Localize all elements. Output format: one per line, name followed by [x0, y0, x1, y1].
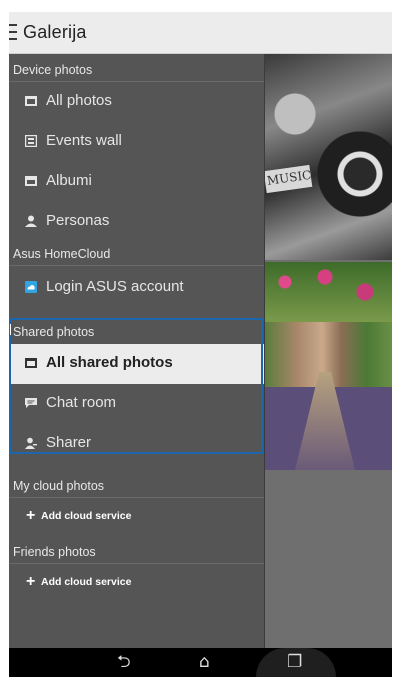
add-cloud-service-label: Add cloud service: [41, 576, 132, 588]
album-icon: [25, 176, 37, 186]
drawer-item-all-photos[interactable]: All photos: [9, 82, 265, 122]
drawer-item-all-shared-photos[interactable]: All shared photos: [9, 344, 265, 384]
menu-icon[interactable]: [9, 24, 17, 42]
drawer-item-events-wall[interactable]: Events wall: [9, 122, 265, 162]
drawer-item-sharer[interactable]: Sharer: [9, 424, 265, 464]
device-screen: Galerija MUSIC Device photos All photos …: [9, 12, 392, 677]
drawer-item-label: Chat room: [46, 394, 117, 411]
add-cloud-service-button[interactable]: + Add cloud service: [9, 504, 265, 534]
section-header-asus-homecloud: Asus HomeCloud: [9, 242, 265, 266]
drawer-item-label: All photos: [46, 92, 112, 109]
music-sign: MUSIC: [263, 164, 313, 194]
plus-icon: +: [26, 507, 36, 524]
asus-cloud-icon: [25, 281, 37, 293]
photo-thumbnail-street[interactable]: [265, 262, 392, 470]
drawer-item-login-asus-account[interactable]: Login ASUS account: [9, 268, 265, 308]
photo-grid: MUSIC: [263, 54, 392, 648]
drawer-item-label: Sharer: [46, 434, 92, 451]
home-icon[interactable]: ⌂: [199, 653, 210, 671]
chat-icon: [25, 398, 37, 408]
music-sign-text: MUSIC: [266, 167, 313, 188]
navigation-drawer: Device photos All photos Events wall Alb…: [9, 54, 265, 648]
person-icon: [25, 215, 37, 227]
recent-apps-icon[interactable]: ❐: [287, 653, 302, 671]
drawer-item-label: Login ASUS account: [46, 278, 184, 295]
drawer-divider: [264, 54, 265, 648]
section-header-friends-photos: Friends photos: [9, 540, 265, 564]
drawer-item-albumi[interactable]: Albumi: [9, 162, 265, 202]
system-navigation-bar: ⮌ ⌂ ❐: [9, 648, 392, 677]
back-icon[interactable]: ⮌: [117, 653, 131, 671]
app-title: Galerija: [23, 22, 87, 42]
drawer-item-label: Personas: [46, 212, 110, 229]
add-friends-cloud-service-button[interactable]: + Add cloud service: [9, 570, 265, 600]
drawer-item-chat-room[interactable]: Chat room: [9, 384, 265, 424]
drawer-item-label: Albumi: [46, 172, 92, 189]
drawer-item-label: Events wall: [46, 132, 122, 149]
section-header-device-photos: Device photos: [9, 58, 265, 82]
photos-icon: [25, 96, 37, 106]
plus-icon: +: [26, 573, 36, 590]
section-header-shared-photos: Shared photos: [13, 325, 95, 339]
shared-photos-icon: [25, 358, 37, 368]
add-cloud-service-label: Add cloud service: [41, 510, 132, 522]
sharer-icon: [25, 437, 37, 449]
section-header-my-cloud-photos: My cloud photos: [9, 474, 265, 498]
photo-thumbnail-music[interactable]: MUSIC: [263, 54, 392, 260]
photo-street: [295, 372, 355, 470]
photo-flowers: [265, 262, 392, 322]
drawer-item-personas[interactable]: Personas: [9, 202, 265, 242]
events-wall-icon: [25, 135, 37, 147]
app-bar: Galerija: [9, 12, 392, 54]
drawer-item-label: All shared photos: [46, 354, 173, 371]
section-marker: [10, 324, 11, 335]
